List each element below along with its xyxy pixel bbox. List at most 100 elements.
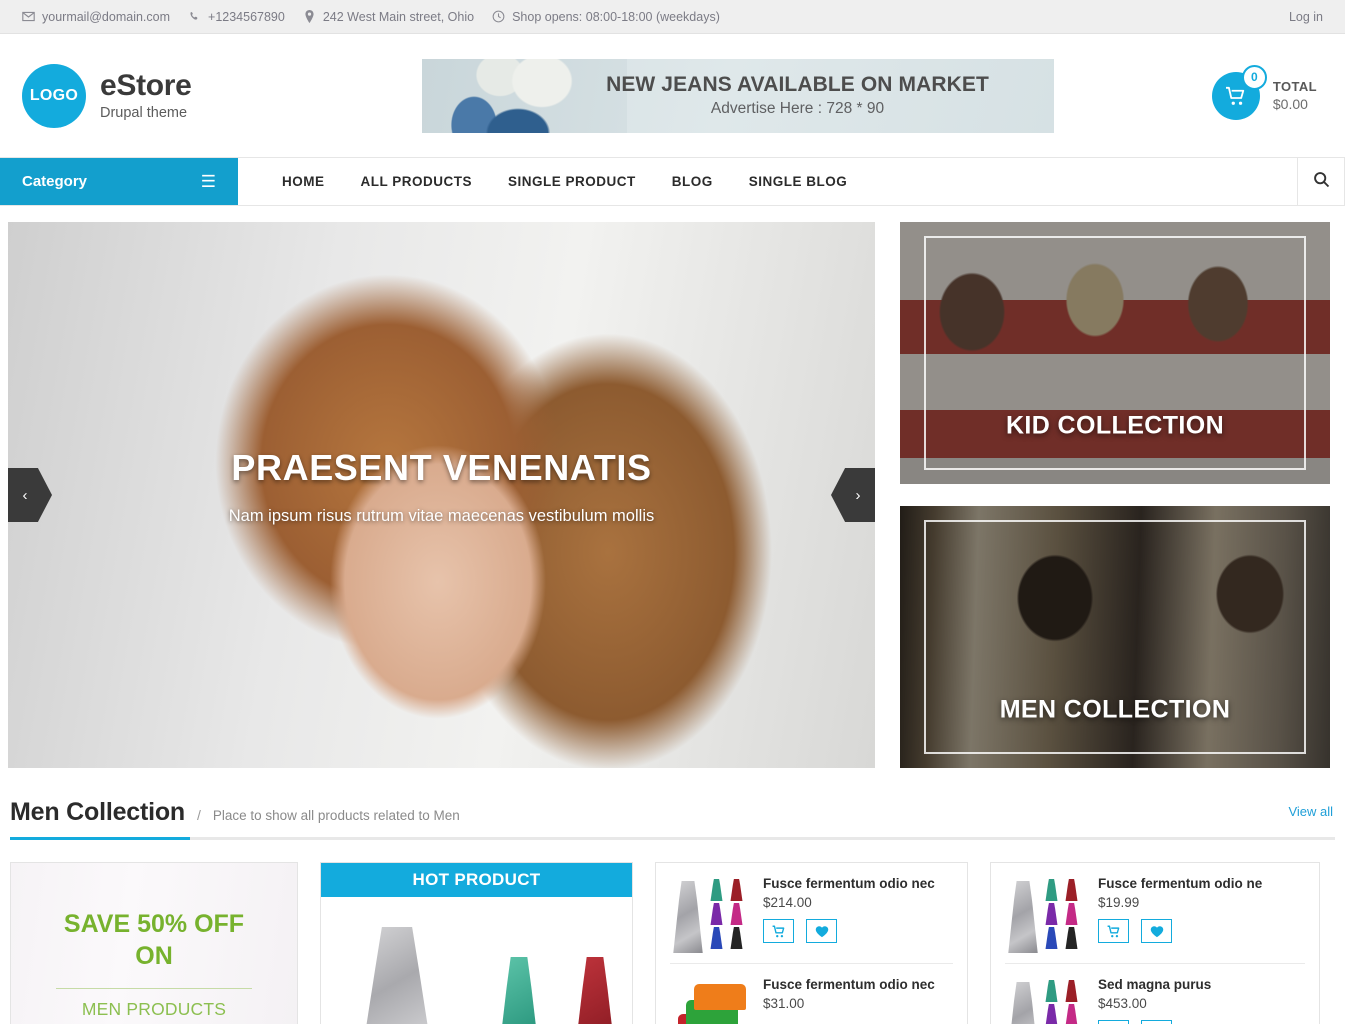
logo-badge: LOGO [22, 63, 86, 128]
product-name: Sed magna purus [1098, 977, 1212, 992]
product-actions [1098, 919, 1305, 944]
add-to-cart-button[interactable] [1098, 1020, 1129, 1024]
dress-silver-image [358, 927, 436, 1024]
product-name: Fusce fermentum odio ne [1098, 876, 1263, 891]
dress-thumb-pink [1065, 1004, 1078, 1024]
top-bar-address-text: 242 West Main street, Ohio [322, 9, 475, 24]
dress-teal-image [496, 957, 542, 1024]
top-bar-email: yourmail@domain.com [22, 10, 170, 24]
nav-item-home[interactable]: HOME [264, 158, 343, 205]
top-bar-hours-text: Shop opens: 08:00-18:00 (weekdays) [512, 9, 720, 24]
cart-icon [1107, 925, 1121, 938]
product-thumbnail [1005, 875, 1085, 953]
hero-slider[interactable]: PRAESENT VENENATIS Nam ipsum risus rutru… [8, 222, 875, 768]
collection-banners: KID COLLECTION MEN COLLECTION [900, 222, 1330, 768]
hot-product-title: HOT PRODUCT [321, 863, 632, 897]
search-icon [1313, 171, 1330, 193]
nav-item-single-blog[interactable]: SINGLE BLOG [731, 158, 866, 205]
heart-icon [1150, 925, 1164, 938]
list-item[interactable]: Fusce fermentum odio nec $214.00 [670, 863, 953, 964]
cart-button[interactable]: 0 [1211, 64, 1267, 120]
save-promo-subtitle: MEN PRODUCTS [81, 999, 227, 1019]
hot-product-image [321, 897, 632, 1024]
kid-collection-title: KID COLLECTION [1005, 411, 1225, 440]
dress-red-image [572, 957, 618, 1024]
section-underline [10, 837, 1335, 840]
dress-thumb-teal [1045, 879, 1058, 901]
brand-subtitle: Drupal theme [100, 105, 188, 122]
brand-text: eStore Drupal theme [100, 70, 192, 122]
product-info: Fusce fermentum odio ne $19.99 [1098, 875, 1305, 953]
login-link[interactable]: Log in [1289, 10, 1323, 24]
dress-thumb-purple [1045, 1004, 1058, 1024]
location-pin-icon [303, 10, 316, 23]
brand-logo[interactable]: LOGO eStore Drupal theme [22, 63, 352, 128]
section-header-row: Men Collection / Place to show all produ… [10, 798, 1335, 837]
top-bar-hours: Shop opens: 08:00-18:00 (weekdays) [492, 10, 720, 24]
cart-total-label: TOTAL [1272, 79, 1317, 94]
product-price: $19.99 [1098, 895, 1140, 911]
add-to-wishlist-button[interactable] [1141, 919, 1172, 944]
list-item[interactable]: Fusce fermentum odio ne $19.99 [1005, 863, 1305, 964]
add-to-wishlist-button[interactable] [1141, 1020, 1172, 1024]
dress-thumb-main [1008, 982, 1038, 1024]
top-bar: yourmail@domain.com +1234567890 242 West… [0, 0, 1345, 34]
product-actions [1098, 1020, 1305, 1024]
product-info: Fusce fermentum odio nec $31.00 [763, 976, 953, 1024]
dress-thumb-blue [1045, 927, 1058, 949]
dress-thumb-red [1065, 879, 1078, 901]
slide-title: PRAESENT VENENATIS [231, 447, 652, 488]
hero-row: PRAESENT VENENATIS Nam ipsum risus rutru… [0, 206, 1345, 768]
save-promo-divider [56, 988, 252, 989]
product-name: Fusce fermentum odio nec [763, 876, 935, 891]
section-subtitle: Place to show all products related to Me… [212, 808, 460, 823]
product-price: $453.00 [1098, 996, 1147, 1012]
category-menu-button[interactable]: Category ☰ [0, 158, 238, 205]
top-bar-address: 242 West Main street, Ohio [303, 10, 474, 24]
list-item[interactable]: Fusce fermentum odio nec $31.00 [670, 964, 953, 1024]
cart-total-value: $0.00 [1272, 96, 1308, 112]
envelope-icon [22, 10, 35, 23]
add-to-cart-button[interactable] [763, 919, 794, 944]
view-all-link[interactable]: View all [1288, 804, 1333, 819]
nav-item-blog[interactable]: BLOG [654, 158, 731, 205]
dress-thumb-blue [710, 927, 723, 949]
ad-text: NEW JEANS AVAILABLE ON MARKET Advertise … [486, 73, 989, 118]
nav-item-all-products[interactable]: ALL PRODUCTS [343, 158, 491, 205]
men-collection-title: MEN COLLECTION [999, 695, 1231, 724]
top-bar-email-text: yourmail@domain.com [42, 9, 171, 24]
cart-count-badge: 0 [1241, 64, 1267, 90]
nav-links: HOME ALL PRODUCTS SINGLE PRODUCT BLOG SI… [238, 158, 1297, 205]
kid-collection-banner[interactable]: KID COLLECTION [900, 222, 1330, 484]
shirt-thumb-orange [694, 984, 746, 1010]
site-header: LOGO eStore Drupal theme NEW JEANS AVAIL… [0, 34, 1345, 158]
cart-area[interactable]: 0 TOTAL $0.00 [1123, 64, 1323, 120]
slide-subtitle: Nam ipsum risus rutrum vitae maecenas ve… [228, 507, 655, 525]
search-button[interactable] [1297, 158, 1345, 205]
save-promo-line2: ON [135, 942, 173, 970]
cart-total: TOTAL $0.00 [1273, 79, 1317, 112]
nav-item-single-product[interactable]: SINGLE PRODUCT [490, 158, 654, 205]
dress-thumb-black [730, 927, 743, 949]
dress-thumb-red [730, 879, 743, 901]
save-promo-box[interactable]: SAVE 50% OFF ON MEN PRODUCTS [10, 862, 298, 1024]
header-ad-slot: NEW JEANS AVAILABLE ON MARKET Advertise … [352, 58, 1123, 133]
advertisement-banner[interactable]: NEW JEANS AVAILABLE ON MARKET Advertise … [421, 58, 1054, 133]
hot-product-box[interactable]: HOT PRODUCT [320, 862, 633, 1024]
ad-title: NEW JEANS AVAILABLE ON MARKET [606, 73, 989, 96]
product-list-right: Fusce fermentum odio ne $19.99 Sed magna… [990, 862, 1320, 1024]
product-row: SAVE 50% OFF ON MEN PRODUCTS HOT PRODUCT [0, 840, 1345, 1024]
product-price: $214.00 [763, 895, 812, 911]
category-label: Category [22, 173, 88, 190]
cart-icon [772, 925, 786, 938]
dress-thumb-main [1008, 881, 1038, 953]
top-bar-contact-list: yourmail@domain.com +1234567890 242 West… [22, 10, 1289, 24]
list-item[interactable]: Sed magna purus $453.00 [1005, 964, 1305, 1024]
dress-thumb-red [1065, 980, 1078, 1002]
dress-thumb-teal [710, 879, 723, 901]
dress-thumb-purple [1045, 903, 1058, 925]
men-collection-banner[interactable]: MEN COLLECTION [900, 506, 1330, 768]
add-to-wishlist-button[interactable] [806, 919, 837, 944]
product-list-middle: Fusce fermentum odio nec $214.00 Fusce f… [655, 862, 968, 1024]
add-to-cart-button[interactable] [1098, 919, 1129, 944]
